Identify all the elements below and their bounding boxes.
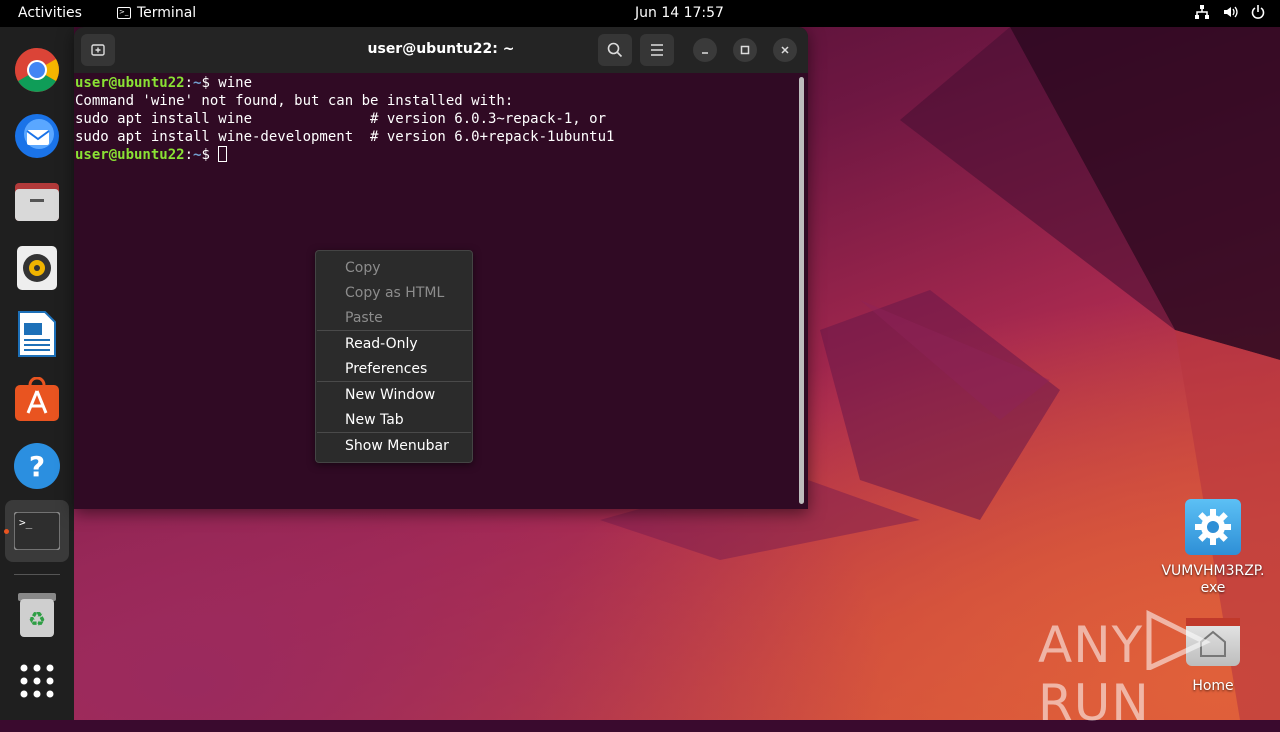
svg-text:♻: ♻: [28, 607, 46, 631]
menu-item-new-window[interactable]: New Window: [345, 385, 435, 405]
desktop-icon-label: VUMVHM3RZP. exe: [1161, 563, 1265, 596]
power-icon: [1251, 5, 1265, 19]
search-button[interactable]: [598, 34, 632, 66]
terminal-line: Command 'wine' not found, but can be ins…: [75, 93, 514, 109]
menu-separator: [317, 381, 471, 382]
maximize-icon: [740, 45, 750, 55]
chrome-icon[interactable]: [12, 45, 62, 95]
dock: ? >_ ♻: [0, 27, 74, 720]
terminal-line: user@ubuntu22:~$ wine: [75, 75, 253, 91]
app-name: Terminal: [137, 5, 197, 21]
activities-button[interactable]: Activities: [18, 5, 82, 21]
minimize-icon: [702, 52, 708, 54]
menu-separator: [317, 432, 471, 433]
menu-item-show-menubar[interactable]: Show Menubar: [345, 436, 449, 456]
gear-executable-icon: [1185, 499, 1241, 555]
terminal-dock-icon[interactable]: >_: [12, 506, 62, 556]
show-apps-icon[interactable]: [12, 656, 62, 706]
close-icon: [781, 46, 789, 54]
context-menu: Copy Copy as HTML Paste Read-Only Prefer…: [315, 250, 473, 463]
system-tray[interactable]: [1194, 4, 1266, 20]
libreoffice-writer-icon[interactable]: [12, 309, 62, 359]
menu-item-copy-as-html[interactable]: Copy as HTML: [345, 283, 444, 303]
minimize-button[interactable]: [693, 38, 717, 62]
clock[interactable]: Jun 14 17:57: [635, 5, 724, 21]
menu-item-copy[interactable]: Copy: [345, 258, 381, 278]
terminal-headerbar[interactable]: user@ubuntu22: ~: [74, 27, 808, 73]
network-icon: [1195, 5, 1209, 19]
scrollbar[interactable]: [799, 77, 804, 504]
menu-button[interactable]: [640, 34, 674, 66]
terminal-app-icon: >_: [117, 7, 131, 19]
svg-text:>_: >_: [19, 516, 33, 529]
anyrun-watermark: ANYRUN: [1038, 609, 1280, 732]
help-icon[interactable]: ?: [12, 441, 62, 491]
terminal-line: user@ubuntu22:~$: [75, 146, 795, 164]
menu-item-paste[interactable]: Paste: [345, 308, 383, 328]
prompt-user: user@ubuntu22: [75, 75, 185, 91]
search-icon: [607, 42, 623, 58]
watermark-logo: ANY: [1038, 616, 1144, 674]
command-text: $ wine: [201, 75, 253, 91]
maximize-button[interactable]: [733, 38, 757, 62]
text-cursor: [218, 146, 228, 162]
menu-item-read-only[interactable]: Read-Only: [345, 334, 418, 354]
command-text: $: [201, 147, 219, 163]
dock-separator: [14, 574, 60, 575]
running-indicator: [4, 529, 9, 534]
top-bar: Activities >_ Terminal Jun 14 17:57: [0, 0, 1280, 27]
svg-text:?: ?: [29, 450, 45, 483]
menu-item-preferences[interactable]: Preferences: [345, 359, 427, 379]
app-menu[interactable]: >_ Terminal: [117, 5, 196, 21]
app-center-icon[interactable]: [12, 375, 62, 425]
menu-item-new-tab[interactable]: New Tab: [345, 410, 404, 430]
terminal-line: sudo apt install wine # version 6.0.3~re…: [75, 111, 607, 127]
close-button[interactable]: [773, 38, 797, 62]
thunderbird-icon[interactable]: [12, 111, 62, 161]
rhythmbox-icon[interactable]: [12, 243, 62, 293]
trash-icon[interactable]: ♻: [12, 590, 62, 640]
terminal-line: sudo apt install wine-development # vers…: [75, 129, 615, 145]
volume-icon: [1224, 6, 1238, 18]
prompt-user: user@ubuntu22: [75, 147, 185, 163]
hamburger-icon: [651, 44, 663, 56]
menu-separator: [317, 330, 471, 331]
files-icon[interactable]: [12, 177, 62, 227]
desktop-icon-executable[interactable]: VUMVHM3RZP. exe: [1158, 499, 1268, 597]
